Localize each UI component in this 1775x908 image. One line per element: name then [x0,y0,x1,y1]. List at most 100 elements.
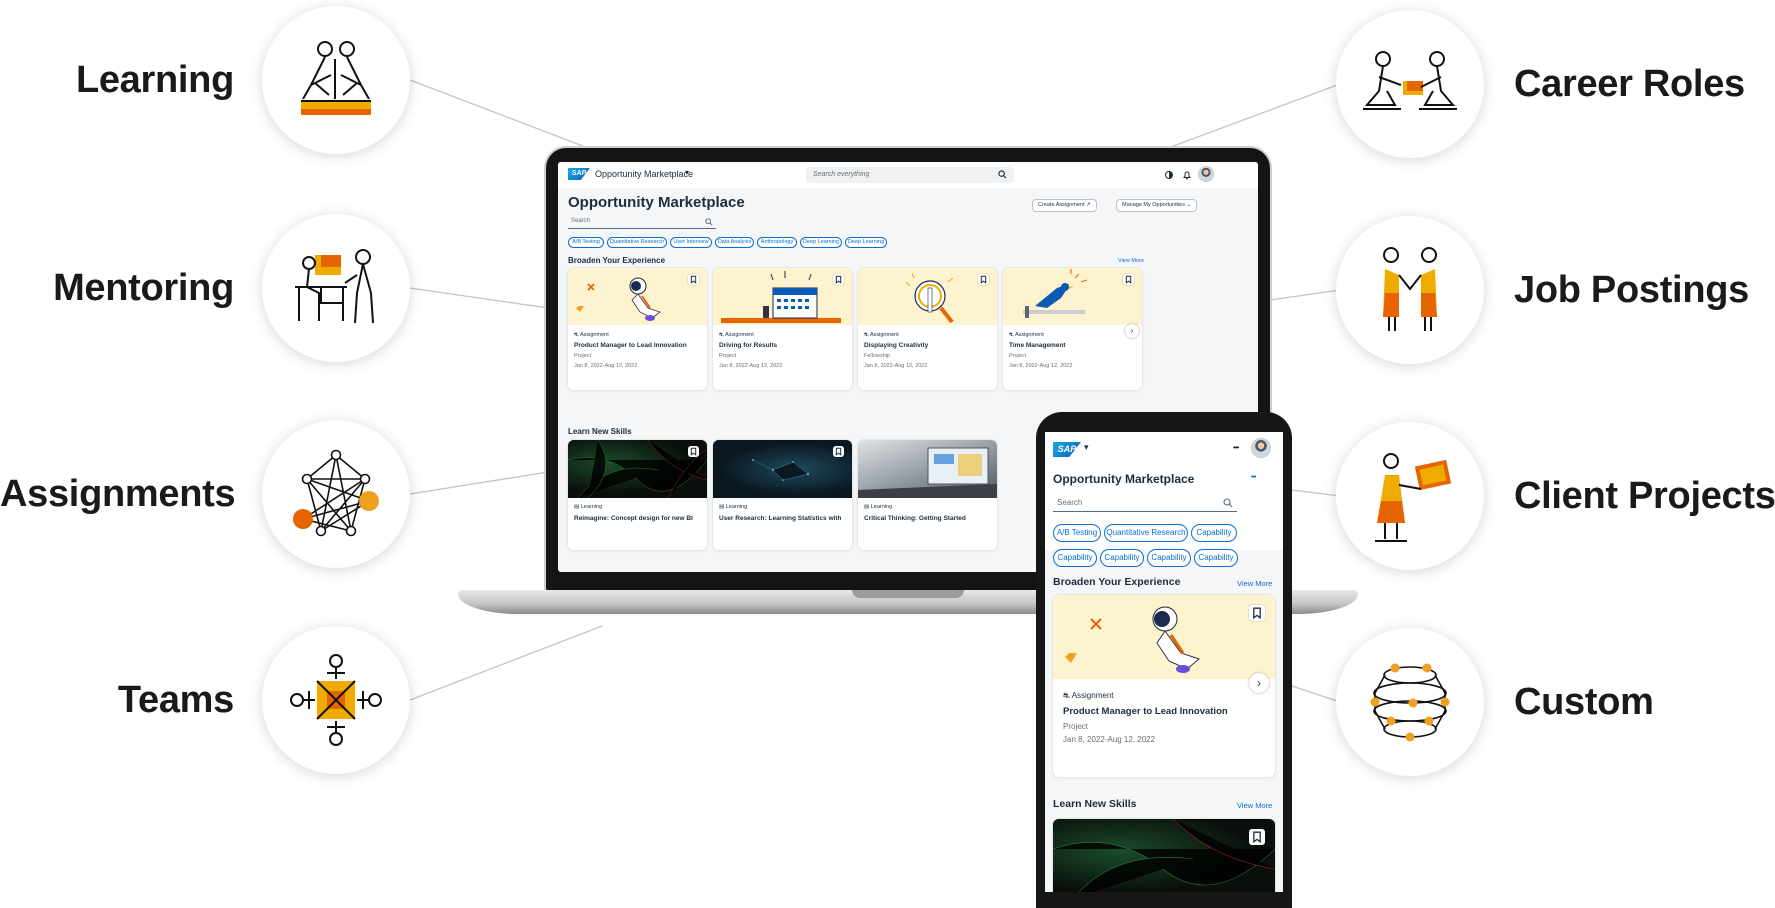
card-category: Project [1063,722,1088,731]
opportunity-card[interactable]: ⛐ Assignment Displaying Creativity Fello… [858,268,997,390]
card-type-label: Learning [870,504,893,510]
chip-ab-testing[interactable]: A/B Testing [1053,524,1101,542]
opportunity-card[interactable]: ⛐ Assignment Time Management Project Jan… [1003,268,1142,390]
sap-logo[interactable]: SAP [568,168,590,180]
chip-capability[interactable]: Capability [1100,549,1144,567]
bookmark-icon[interactable] [833,446,844,457]
chip-capability[interactable]: Capability [1191,524,1237,542]
bookmark-icon[interactable] [688,274,699,285]
astronaut-illustration [568,268,707,325]
search-input[interactable]: Search [568,217,716,229]
learning-card[interactable]: ▤ Learning Reimagine: Concept design for… [568,440,707,550]
learning-icon: ▤ [719,504,726,510]
laptop-notch [852,590,964,598]
opportunity-card[interactable]: ⛐ Assignment Driving for Results Project… [713,268,852,390]
bookmark-icon[interactable] [688,446,699,457]
mentoring-circle [262,214,410,362]
chip-ab-testing[interactable]: A/B Testing [568,237,604,248]
more-icon[interactable]: ••• [1251,474,1256,481]
broaden-section-title: Broaden Your Experience [568,256,666,265]
chip-anthropology[interactable]: Anthropology [757,237,797,248]
custom-sphere-icon [1370,663,1450,742]
user-avatar[interactable] [1251,438,1271,458]
manage-opportunities-button[interactable]: Manage My Opportunities ⌄ [1116,199,1198,212]
card-type-label: Learning [725,504,748,510]
learning-image [568,440,707,498]
chevron-down-icon[interactable]: ▾ [685,168,689,177]
card-title: Reimagine: Concept design for new BI [574,515,693,522]
search-input[interactable]: Search [1053,495,1237,512]
card-type: ⛐ Assignment [1063,691,1113,701]
calendar-illustration [713,268,852,325]
view-more-link[interactable]: View More [1118,258,1144,264]
sap-logo[interactable]: SAP [1053,442,1081,457]
card-type: ⛐ Assignment [574,332,609,339]
feature-label-mentoring: Mentoring [53,267,234,309]
card-type-label: Assignment [724,332,754,338]
search-icon [1223,498,1233,508]
career-roles-circle [1336,10,1484,158]
bookmark-icon[interactable] [833,274,844,285]
opportunity-card[interactable]: › ⛐ Assignment Product Manager to Lead I… [1053,595,1275,777]
next-arrow-button[interactable]: › [1125,324,1139,338]
chip-capability[interactable]: Capability [1147,549,1191,567]
learning-image [1053,819,1275,892]
next-arrow-button[interactable]: › [1249,673,1269,693]
bookmark-icon[interactable] [1249,829,1265,845]
learning-card[interactable]: ▤ Learning User Research: Learning Stati… [713,440,852,550]
learning-circle [262,6,410,154]
feature-label-job-postings: Job Postings [1514,269,1749,311]
bookmark-icon[interactable] [978,274,989,285]
feature-label-assignments: Assignments [0,473,236,515]
custom-circle [1336,628,1484,776]
card-type: ⛐ Assignment [864,332,899,339]
learn-section-title: Learn New Skills [568,427,632,436]
card-type: ⛐ Assignment [1009,332,1044,339]
bell-icon[interactable] [1182,170,1192,180]
card-type: ▤ Learning [574,504,602,510]
app-title-menu[interactable]: Opportunity Marketplace [595,169,693,179]
learning-icon: ▤ [864,504,871,510]
bookmark-icon[interactable] [1249,605,1265,621]
chevron-down-icon[interactable]: ▾ [1084,442,1089,453]
card-category: Project [574,353,592,359]
mentoring-icon [295,249,374,324]
astronaut-illustration [1053,595,1275,679]
chip-data-analysis[interactable]: Data Analysis [715,237,754,248]
bookmark-icon[interactable] [1123,274,1134,285]
learning-icon: ▤ [574,504,581,510]
chip-capability[interactable]: Capability [1194,549,1238,567]
page-title: Opportunity Marketplace [568,194,745,211]
more-icon[interactable]: ••• [1233,443,1239,452]
theme-toggle-icon[interactable] [1164,170,1174,180]
learning-card[interactable] [1053,819,1275,892]
search-icon[interactable] [998,170,1007,179]
card-type: ⛐ Assignment [719,332,754,339]
chip-quantitative-research[interactable]: Quantitative Research [1104,524,1188,542]
chip-deep-learning[interactable]: Deep Learning [800,237,842,248]
create-assignment-button[interactable]: Create Assignment ↗ [1032,199,1097,212]
global-search-input[interactable]: Search everything [806,167,1014,183]
card-title: Product Manager to Lead Innovation [1063,706,1228,717]
assignment-icon: ⛐ [1063,691,1072,700]
user-avatar[interactable] [1198,166,1214,182]
card-title: Displaying Creativity [864,342,929,349]
page-title: Opportunity Marketplace [1053,472,1195,486]
learning-card[interactable]: ▤ Learning Critical Thinking: Getting St… [858,440,997,550]
card-type: ▤ Learning [864,504,892,510]
view-more-link[interactable]: View More [1237,801,1272,810]
feature-label-career-roles: Career Roles [1514,63,1745,105]
bird-illustration [1003,268,1142,325]
learning-image [713,440,852,498]
magnifier-illustration [858,268,997,325]
opportunity-card[interactable]: ⛐ Assignment Product Manager to Lead Inn… [568,268,707,390]
chip-capability[interactable]: Capability [1053,549,1097,567]
chip-quantitative-research[interactable]: Quantitative Research [607,237,667,248]
teams-circle [262,626,410,774]
chip-user-interview[interactable]: User Interview [670,237,712,248]
view-more-link[interactable]: View More [1237,579,1272,588]
chip-deep-learning-2[interactable]: Deep Learning [845,237,887,248]
card-type-label: Learning [580,504,603,510]
search-icon [705,218,713,226]
card-type-label: Assignment [1071,691,1114,700]
